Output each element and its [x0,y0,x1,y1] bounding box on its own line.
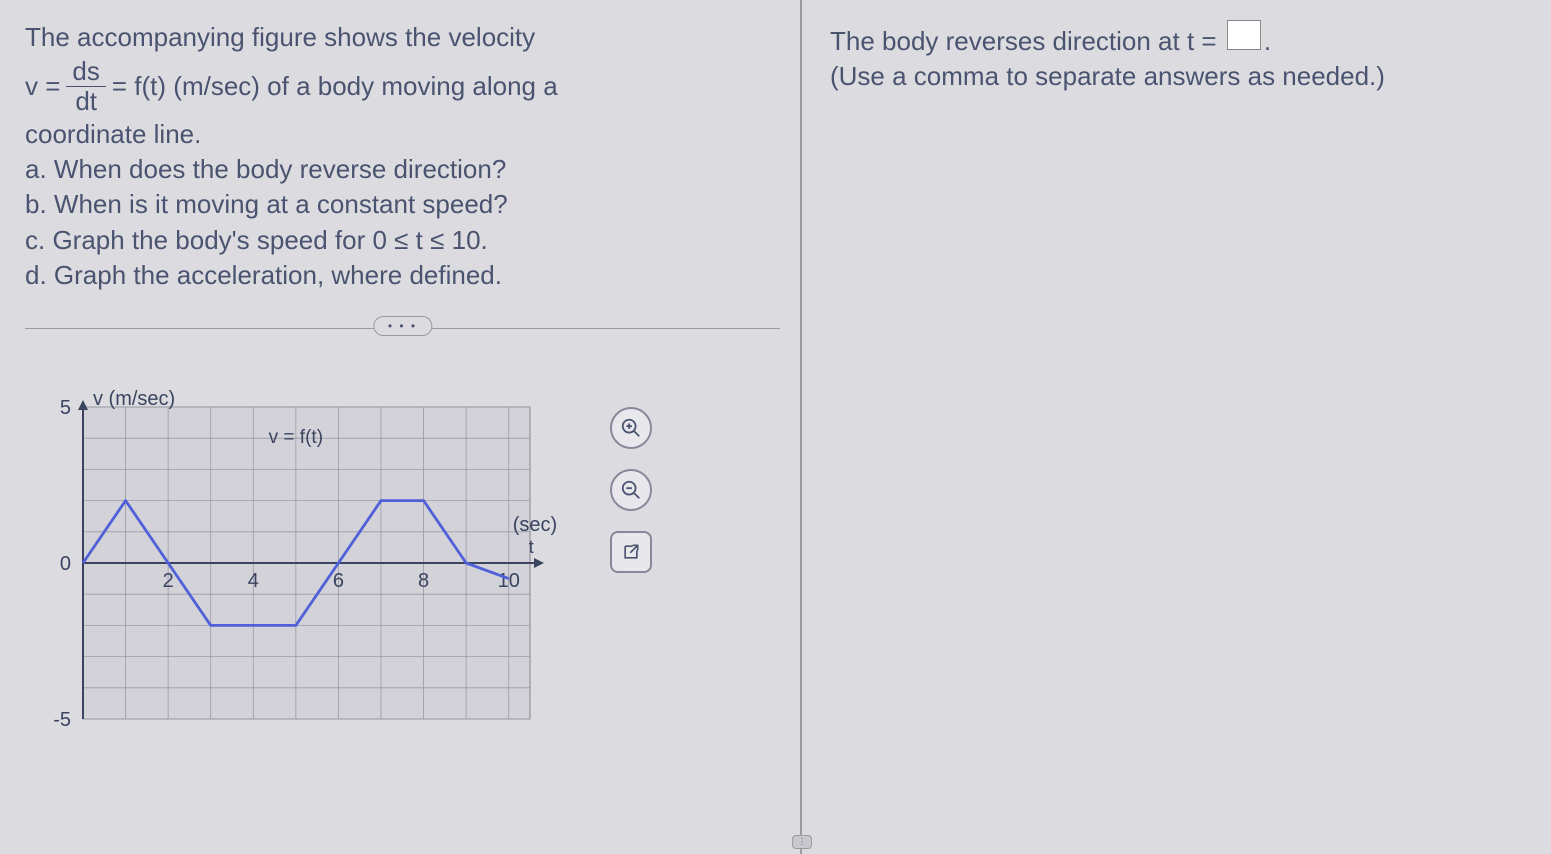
answer-suffix: . [1264,26,1271,56]
zoom-in-button[interactable] [610,407,652,449]
svg-text:v (m/sec): v (m/sec) [93,389,175,410]
question-c: c. Graph the body's speed for 0 ≤ t ≤ 10… [25,223,780,258]
answer-prefix: The body reverses direction at t = [830,26,1217,56]
svg-text:(sec): (sec) [513,514,557,536]
answer-input[interactable] [1227,20,1261,50]
svg-text:6: 6 [333,570,344,592]
zoom-out-button[interactable] [610,469,652,511]
svg-text:t: t [529,537,534,557]
answer-hint: (Use a comma to separate answers as need… [830,59,1521,94]
answer-prompt: The body reverses direction at t = . (Us… [830,20,1521,94]
svg-text:8: 8 [418,570,429,592]
svg-text:0: 0 [60,553,71,575]
svg-text:4: 4 [248,570,259,592]
problem-statement: The accompanying figure shows the veloci… [25,20,780,293]
svg-text:5: 5 [60,397,71,419]
question-a: a. When does the body reverse direction? [25,152,780,187]
question-b: b. When is it moving at a constant speed… [25,187,780,222]
open-external-button[interactable] [610,531,652,573]
svg-text:v = f(t): v = f(t) [269,427,323,448]
svg-text:10: 10 [498,570,520,592]
problem-line-1: The accompanying figure shows the veloci… [25,20,780,55]
svg-text:2: 2 [163,570,174,592]
expand-dots[interactable]: • • • [373,316,432,336]
question-d: d. Graph the acceleration, where defined… [25,258,780,293]
problem-line-3: coordinate line. [25,117,780,152]
velocity-equation: v = ds dt = f(t) (m/sec) of a body movin… [25,57,780,115]
velocity-chart: -5 0 5 2 4 6 8 10 v (m/sec) (sec)t v = f(t) [25,389,585,734]
svg-text:-5: -5 [53,709,71,729]
